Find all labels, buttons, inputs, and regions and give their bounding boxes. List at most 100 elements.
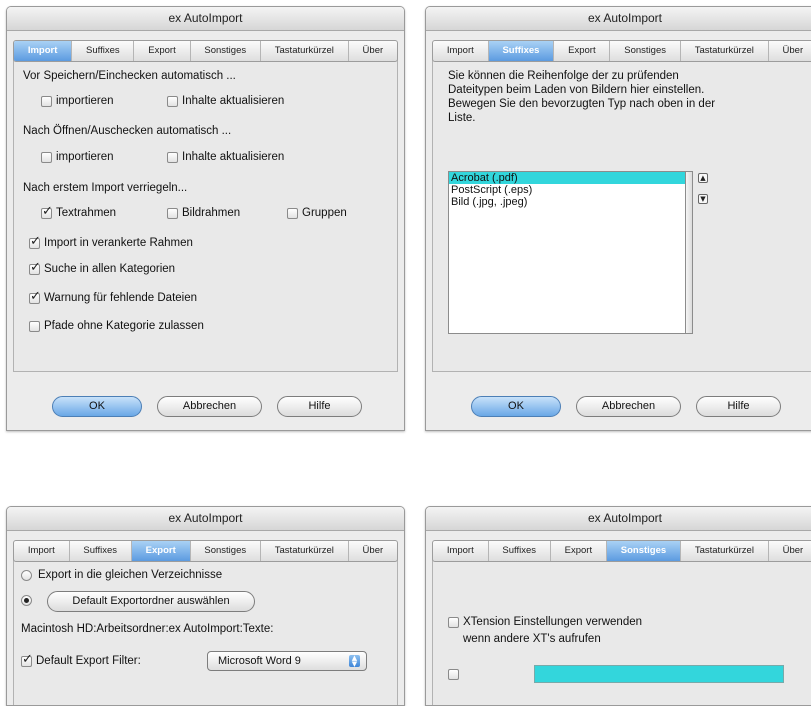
dialog-export: ex AutoImport Import Suffixes Export Son… [6, 506, 405, 706]
checkbox-label: Pfade ohne Kategorie zulassen [44, 320, 204, 332]
section-after-open-label: Nach Öffnen/Auschecken automatisch ... [23, 125, 232, 137]
checkbox[interactable] [29, 320, 40, 332]
help-button[interactable]: Hilfe [696, 396, 781, 417]
checkbox-label: Warnung für fehlende Dateien [44, 292, 198, 304]
choose-export-folder-button[interactable]: Default Exportordner auswählen [47, 591, 255, 612]
same-directories-option[interactable]: Export in die gleichen Verzeichnisse [21, 569, 222, 581]
tab-export[interactable]: Export [551, 541, 607, 561]
after-open-update-option[interactable]: Inhalte aktualisieren [167, 151, 284, 163]
checkbox-label: Textrahmen [56, 207, 117, 219]
checkbox-label: Import in verankerte Rahmen [44, 237, 193, 249]
radio-button[interactable] [21, 569, 32, 581]
tab-suffixes[interactable]: Suffixes [70, 541, 132, 561]
ok-button[interactable]: OK [471, 396, 561, 417]
section-before-save-label: Vor Speichern/Einchecken automatisch ... [23, 70, 236, 82]
tab-sonstiges[interactable]: Sonstiges [610, 41, 681, 61]
before-save-update-option[interactable]: Inhalte aktualisieren [167, 95, 284, 107]
after-open-import-option[interactable]: importieren [41, 151, 114, 163]
checkbox-label: Bildrahmen [182, 207, 241, 219]
cancel-button[interactable]: Abbrechen [157, 396, 262, 417]
radio-button[interactable] [21, 595, 32, 606]
dialog-sonstiges: ex AutoImport Import Suffixes Export Son… [425, 506, 811, 706]
list-item[interactable]: Acrobat (.pdf) [449, 172, 685, 184]
checkbox[interactable] [41, 95, 52, 107]
export-filter-select[interactable]: Microsoft Word 9 ▲ ▼ [207, 651, 367, 671]
checkbox-label: Default Export Filter: [36, 655, 141, 667]
window-title: ex AutoImport [7, 507, 404, 531]
list-item[interactable]: PostScript (.eps) [449, 184, 685, 196]
tab-sonstiges[interactable]: Sonstiges [191, 541, 261, 561]
before-save-import-option[interactable]: importieren [41, 95, 114, 107]
tab-shortcuts[interactable]: Tastaturkürzel [261, 541, 349, 561]
tab-suffixes[interactable]: Suffixes [72, 41, 135, 61]
tab-about[interactable]: Über [769, 41, 811, 61]
list-item[interactable]: Bild (.jpg, .jpeg) [449, 196, 685, 208]
tab-import[interactable]: Import [433, 41, 489, 61]
export-path-label: Macintosh HD:Arbeitsordner:ex AutoImport… [21, 623, 274, 635]
xtension-settings-label-line2: wenn andere XT's aufrufen [463, 633, 601, 645]
tab-export[interactable]: Export [131, 541, 191, 561]
tab-shortcuts[interactable]: Tastaturkürzel [681, 541, 769, 561]
move-down-icon[interactable]: ▼ [698, 194, 708, 204]
checkbox-label: Gruppen [302, 207, 347, 219]
warn-missing-files-option[interactable]: Warnung für fehlende Dateien [29, 289, 198, 304]
tab-about[interactable]: Über [349, 541, 397, 561]
tab-about[interactable]: Über [349, 41, 397, 61]
help-button[interactable]: Hilfe [277, 396, 362, 417]
checkbox[interactable] [287, 207, 298, 219]
checkbox[interactable] [29, 234, 41, 249]
window-title: ex AutoImport [426, 507, 811, 531]
default-export-folder-option[interactable] [21, 595, 38, 606]
checkbox[interactable] [167, 95, 178, 107]
ok-button[interactable]: OK [52, 396, 142, 417]
checkbox[interactable] [41, 151, 52, 163]
checkbox[interactable] [167, 207, 178, 219]
checkbox[interactable] [29, 260, 41, 275]
checkbox-label: Suche in allen Kategorien [44, 263, 176, 275]
anchored-frames-option[interactable]: Import in verankerte Rahmen [29, 234, 193, 249]
tab-export[interactable]: Export [554, 41, 611, 61]
checkbox-label: importieren [56, 95, 114, 107]
default-export-filter-option[interactable]: Default Export Filter: [21, 652, 141, 667]
list-scrollbar[interactable] [686, 171, 693, 334]
checkbox-label: Inhalte aktualisieren [182, 95, 285, 107]
dialog-import: ex AutoImport Import Suffixes Export Son… [6, 6, 405, 431]
tab-sonstiges[interactable]: Sonstiges [191, 41, 261, 61]
tab-suffixes[interactable]: Suffixes [488, 41, 555, 61]
tab-shortcuts[interactable]: Tastaturkürzel [261, 41, 349, 61]
tab-bar: Import Suffixes Export Sonstiges Tastatu… [13, 40, 398, 62]
filetype-list[interactable]: Acrobat (.pdf) PostScript (.eps) Bild (.… [448, 171, 686, 334]
move-up-icon[interactable]: ▲ [698, 173, 708, 183]
checkbox-label: XTension Einstellungen verwenden [463, 616, 643, 628]
checkbox[interactable] [29, 289, 41, 304]
tab-sonstiges[interactable]: Sonstiges [606, 541, 681, 561]
tab-shortcuts[interactable]: Tastaturkürzel [681, 41, 769, 61]
tab-import[interactable]: Import [433, 541, 489, 561]
checkbox[interactable] [448, 616, 459, 628]
paths-without-category-option[interactable]: Pfade ohne Kategorie zulassen [29, 320, 204, 332]
checkbox[interactable] [167, 151, 178, 163]
lock-groups-option[interactable]: Gruppen [287, 207, 347, 219]
checkbox-label: importieren [56, 151, 114, 163]
suffix-order-description: Sie können die Reihenfolge der zu prüfen… [448, 70, 716, 124]
window-title: ex AutoImport [7, 7, 404, 31]
xtension-settings-option[interactable]: XTension Einstellungen verwenden [448, 616, 642, 628]
tab-import[interactable]: Import [14, 541, 70, 561]
cancel-button[interactable]: Abbrechen [576, 396, 681, 417]
window-title: ex AutoImport [426, 7, 811, 31]
lock-textframes-option[interactable]: Textrahmen [41, 204, 117, 219]
radio-label: Export in die gleichen Verzeichnisse [38, 569, 223, 581]
highlighted-field[interactable] [534, 665, 784, 683]
lock-imageframes-option[interactable]: Bildrahmen [167, 207, 240, 219]
chevron-updown-icon: ▲ ▼ [349, 655, 360, 668]
select-value: Microsoft Word 9 [218, 655, 301, 667]
tab-bar: Import Suffixes Export Sonstiges Tastatu… [13, 540, 398, 562]
checkbox[interactable] [41, 204, 53, 219]
tab-import[interactable]: Import [14, 41, 73, 61]
tab-about[interactable]: Über [769, 541, 811, 561]
tab-export[interactable]: Export [134, 41, 191, 61]
search-all-categories-option[interactable]: Suche in allen Kategorien [29, 260, 176, 275]
tab-suffixes[interactable]: Suffixes [489, 541, 551, 561]
checkbox[interactable] [21, 652, 33, 667]
section-lock-label: Nach erstem Import verriegeln... [23, 182, 188, 194]
